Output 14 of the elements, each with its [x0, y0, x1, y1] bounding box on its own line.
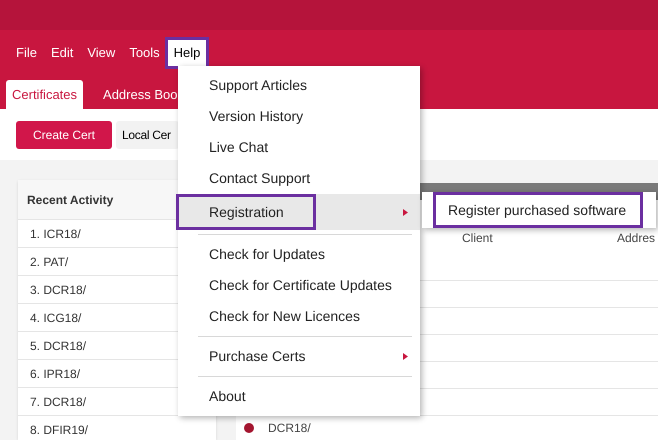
- column-header[interactable]: Addres: [617, 228, 656, 247]
- menu-item[interactable]: Help: [168, 40, 206, 66]
- create-button[interactable]: Create Cert: [16, 120, 112, 148]
- menu-item[interactable]: Tools: [123, 40, 166, 66]
- menu-entry[interactable]: Registration: [178, 194, 420, 230]
- menu-item[interactable]: File: [10, 40, 43, 66]
- submenu-entry[interactable]: Register purchased software: [433, 192, 643, 228]
- menu-item[interactable]: View: [81, 40, 122, 66]
- menu-item[interactable]: Edit: [44, 40, 80, 66]
- menu-entry[interactable]: Live Chat: [178, 132, 420, 163]
- column-header[interactable]: Client: [462, 228, 617, 247]
- tab[interactable]: Certificates: [6, 80, 84, 109]
- toolbar-button[interactable]: Local Cer: [116, 120, 179, 148]
- table-cell-text: DCR18/: [268, 420, 311, 437]
